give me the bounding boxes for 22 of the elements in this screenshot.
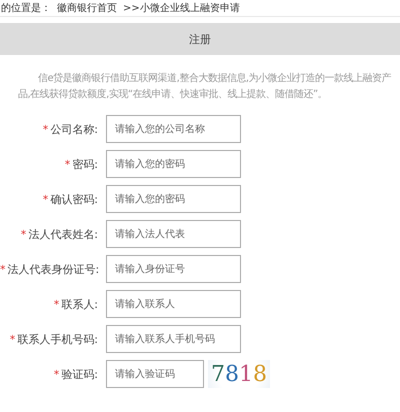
- input-field[interactable]: 请输入您的密码: [106, 150, 241, 178]
- field-label: * 密码:: [64, 156, 99, 172]
- breadcrumb-link[interactable]: 徽商银行首页: [57, 1, 117, 15]
- captcha-image[interactable]: 7818: [208, 360, 270, 388]
- field-label: * 法人代表身份证号:: [0, 262, 100, 276]
- input-field[interactable]: 请输入联系人: [106, 290, 241, 318]
- input-field[interactable]: 请输入联系人手机号码: [106, 325, 241, 353]
- input-field[interactable]: 请输入您的密码: [106, 185, 241, 213]
- input-field[interactable]: 请输入验证码: [106, 360, 204, 388]
- input-field[interactable]: 请输入您的公司名称: [106, 115, 241, 143]
- field-label: * 确认密码:: [42, 192, 99, 206]
- breadcrumb-current: >>小微企业线上融资申请: [123, 2, 240, 15]
- page-title: 注册: [189, 32, 211, 46]
- input-field[interactable]: 请输入法人代表: [106, 220, 241, 248]
- breadcrumb-label: 的位置是：: [1, 2, 51, 15]
- field-label: * 验证码:: [52, 366, 99, 382]
- field-label: * 公司名称:: [42, 122, 99, 136]
- field-label: * 联系人手机号码:: [8, 332, 99, 346]
- field-label: * 联系人:: [52, 296, 99, 312]
- input-field[interactable]: 请输入身份证号: [106, 255, 241, 283]
- field-label: * 法人代表姓名:: [20, 226, 99, 242]
- intro-text: 信e贷是徽商银行借助互联网渠道,整合大数据信息,为小微企业打造的一款线上融资产品,在线获得贷款额度,实现“在线申请、快速审批、线上提款、随借随还”。: [18, 72, 392, 102]
